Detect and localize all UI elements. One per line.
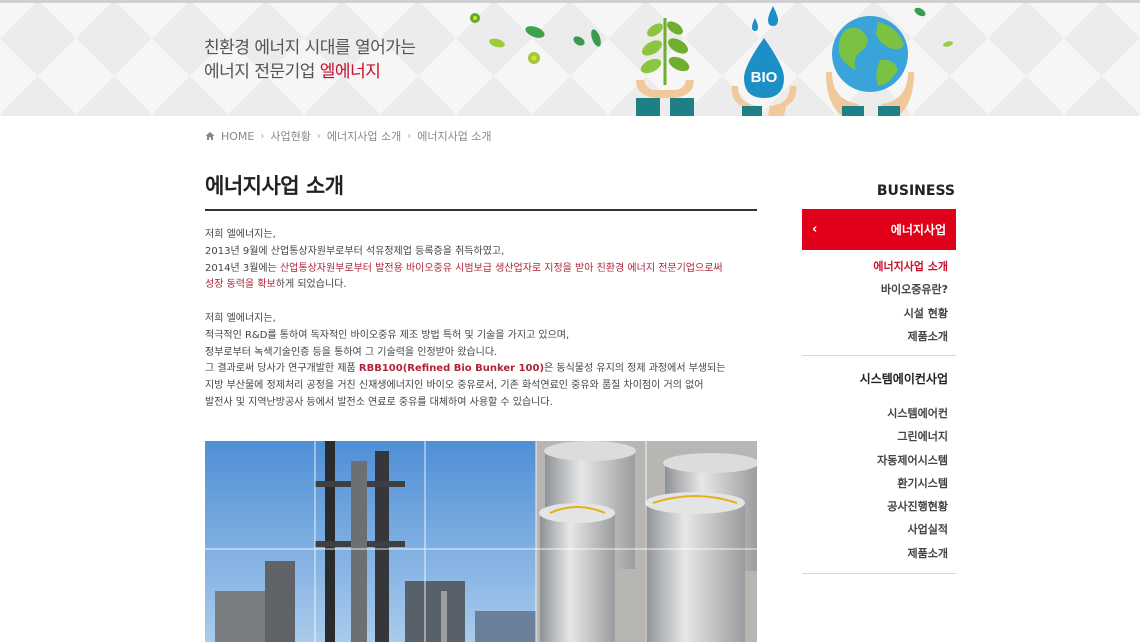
leaf-icon xyxy=(573,36,585,46)
sidebar-menu-energy[interactable]: ‹ 에너지사업 xyxy=(802,209,956,250)
bio-label: BIO xyxy=(751,69,778,86)
text-line: 정부로부터 녹색기술인증 등을 통하여 그 기술력을 인정받아 왔습니다. xyxy=(205,346,498,358)
breadcrumb-separator: › xyxy=(316,130,321,142)
breadcrumb: HOME › 사업현황 › 에너지사업 소개 › 에너지사업 소개 xyxy=(205,128,492,144)
chevron-left-icon: ‹ xyxy=(812,222,818,237)
sprout-hands-icon xyxy=(636,18,694,116)
text-line: 은 동식물성 유지의 정제 과정에서 부생되는 xyxy=(544,363,726,375)
facility-photo xyxy=(205,441,757,642)
text-line: 저희 엘에너지는, xyxy=(205,229,276,240)
submenu-item-energy-intro[interactable]: 에너지사업 소개 xyxy=(802,255,948,278)
sidebar-menu-label: 에너지사업 xyxy=(890,223,946,237)
tagline-prefix: 에너지 전문기업 xyxy=(204,62,320,82)
intro-text: 저희 엘에너지는, 2013년 9월에 산업통상자원부로부터 석유정제업 등록증… xyxy=(205,227,757,429)
submenu-item-products[interactable]: 제품소개 xyxy=(802,542,948,565)
breadcrumb-item[interactable]: 사업현황 xyxy=(270,128,310,144)
eco-illustration: BIO xyxy=(470,6,953,116)
tagline-line-2: 에너지 전문기업 엘에너지 xyxy=(204,60,416,84)
highlight-text: 산업통상자원부로부터 발전용 바이오중유 시범보급 생산업자로 지정을 받아 친… xyxy=(279,262,723,274)
paragraph-technology: 저희 엘에너지는, 적극적인 R&D를 통하여 독자적인 바이오중유 제조 방법… xyxy=(205,311,757,412)
submenu-item-ventilation[interactable]: 환기시스템 xyxy=(802,472,948,495)
text-line: 적극적인 R&D를 통하여 독자적인 바이오중유 제조 방법 특허 및 기술을 … xyxy=(205,329,570,341)
energy-submenu: 에너지사업 소개 바이오중유란? 시설 현황 제품소개 xyxy=(802,255,948,348)
submenu-item-system-aircon[interactable]: 시스템에어컨 xyxy=(802,402,948,425)
paragraph-history: 저희 엘에너지는, 2013년 9월에 산업통상자원부로부터 석유정제업 등록증… xyxy=(205,227,757,294)
breadcrumb-separator: › xyxy=(407,130,412,142)
submenu-item-performance[interactable]: 사업실적 xyxy=(802,518,948,541)
brand-name: 엘에너지 xyxy=(319,62,381,82)
submenu-item-products[interactable]: 제품소개 xyxy=(802,325,948,348)
title-divider xyxy=(205,209,757,211)
breadcrumb-home[interactable]: HOME xyxy=(221,130,254,143)
sidebar-divider xyxy=(802,573,956,574)
hero-banner: 친환경 에너지 시대를 열어가는 에너지 전문기업 엘에너지 BIO xyxy=(0,0,1140,116)
home-icon xyxy=(205,132,215,140)
submenu-item-automation[interactable]: 자동제어시스템 xyxy=(802,449,948,472)
submenu-item-bio-oil[interactable]: 바이오중유란? xyxy=(802,278,948,301)
text-line: 지방 부산물에 정제처리 공정을 거친 신재생에너지인 바이오 중유로서, 기존… xyxy=(205,380,704,392)
text-line: 저희 엘에너지는, xyxy=(205,312,276,324)
system-submenu: 시스템에어컨 그린에너지 자동제어시스템 환기시스템 공사진행현황 사업실적 제… xyxy=(802,402,948,565)
hero-tagline: 친환경 에너지 시대를 열어가는 에너지 전문기업 엘에너지 xyxy=(204,36,416,84)
leaf-icon xyxy=(914,7,926,17)
product-name: RBB100(Refined Bio Bunker 100) xyxy=(358,363,545,375)
submenu-item-construction-status[interactable]: 공사진행현황 xyxy=(802,495,948,518)
sidebar-heading: BUSINESS xyxy=(876,183,955,199)
flower-icon xyxy=(528,52,540,64)
breadcrumb-item[interactable]: 에너지사업 소개 xyxy=(417,128,491,144)
text-line: 2013년 9월에 산업통상자원부로부터 석유정제업 등록증을 취득하였고, xyxy=(205,245,505,257)
leaf-icon xyxy=(591,29,601,47)
page-title: 에너지사업 소개 xyxy=(205,174,344,198)
text-line: 하게 되었습니다. xyxy=(275,279,347,291)
highlight-text: 성장 동력을 확보 xyxy=(205,279,276,291)
leaf-icon xyxy=(525,26,545,38)
submenu-item-facilities[interactable]: 시설 현황 xyxy=(802,302,948,325)
breadcrumb-separator: › xyxy=(260,130,265,142)
tagline-line-1: 친환경 에너지 시대를 열어가는 xyxy=(204,38,416,58)
breadcrumb-item[interactable]: 에너지사업 소개 xyxy=(327,128,401,144)
globe-icon xyxy=(826,16,914,116)
flower-icon xyxy=(470,13,480,23)
bio-drop-icon: BIO xyxy=(731,6,797,116)
text-line: 2014년 3월에는 xyxy=(205,262,280,274)
text-line: 그 결과로써 당사가 연구개발한 제품 xyxy=(205,363,359,375)
submenu-item-green-energy[interactable]: 그린에너지 xyxy=(802,425,948,448)
sidebar-divider xyxy=(802,355,956,356)
leaf-icon xyxy=(943,41,953,47)
sidebar-menu-system-aircon[interactable]: 시스템에이컨사업 xyxy=(802,370,948,387)
leaf-icon xyxy=(489,38,505,48)
text-line: 발전사 및 지역난방공사 등에서 발전소 연료로 중유를 대체하여 사용할 수 … xyxy=(205,396,553,408)
